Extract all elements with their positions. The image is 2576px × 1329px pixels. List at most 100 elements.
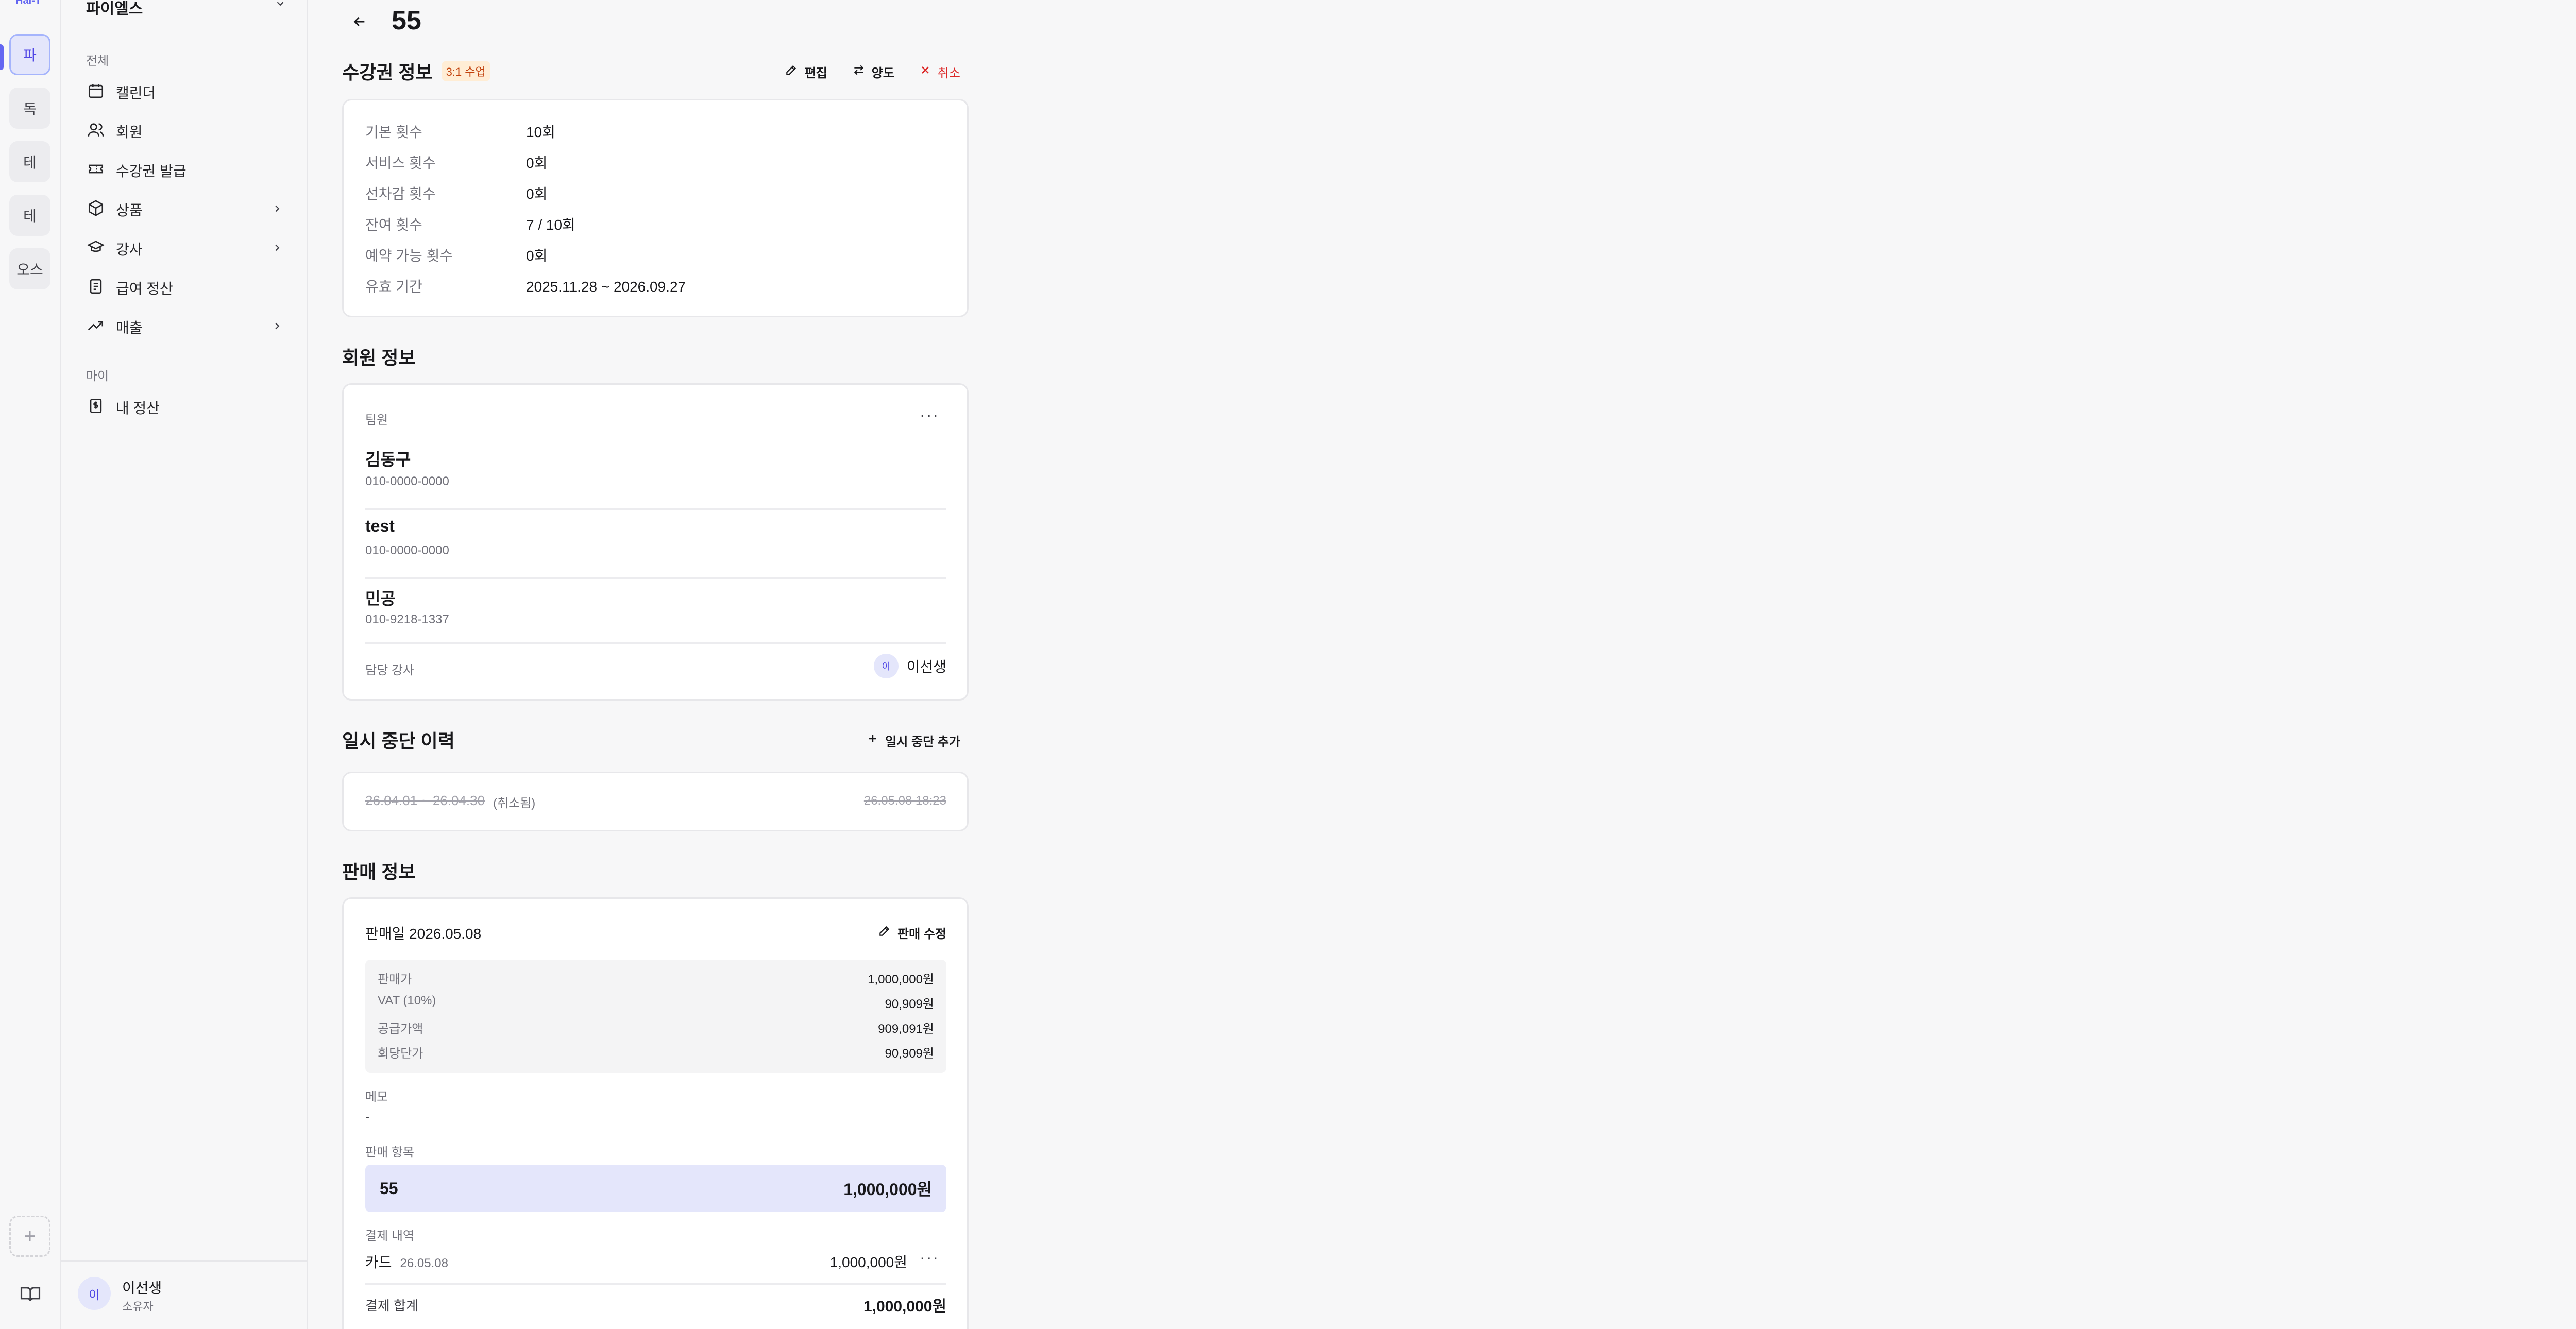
workspace-button-1[interactable]: 파 (9, 34, 50, 75)
sale-item-price: 1,000,000원 (843, 1180, 932, 1199)
close-icon (919, 64, 931, 80)
sale-items-label: 판매 항목 (365, 1146, 414, 1160)
payment-total-value: 1,000,000원 (863, 1298, 946, 1315)
payment-amount: 1,000,000원 (829, 1254, 907, 1270)
package-icon (87, 199, 105, 220)
avatar: 이 (873, 654, 899, 678)
member-info-title: 회원 정보 (342, 343, 415, 370)
member-name[interactable]: 민공 (365, 586, 396, 609)
workspace-button-4[interactable]: 테 (9, 195, 50, 236)
sidebar-item-revenue[interactable]: 매출 (82, 311, 288, 343)
sidebar-item-label: 캘린더 (116, 85, 156, 101)
pause-status: (취소됨) (493, 796, 536, 810)
row-key: 예약 가능 횟수 (365, 248, 453, 264)
sale-item-name: 55 (380, 1179, 398, 1198)
sidebar-item-label: 회원 (116, 124, 143, 140)
ticket-icon (87, 160, 105, 181)
add-pause-button[interactable]: 일시 중단 추가 (867, 731, 960, 749)
chevron-right-icon (272, 241, 283, 257)
cancel-button[interactable]: 취소 (919, 63, 960, 81)
edit-button[interactable]: 편집 (785, 63, 827, 81)
sidebar-item-label: 강사 (116, 242, 143, 258)
calendar-icon (87, 82, 105, 103)
price-value: 90,909원 (885, 997, 935, 1011)
instructor-info[interactable]: 이 이선생 (873, 654, 946, 678)
sale-item: 55 1,000,000원 (365, 1165, 946, 1212)
section-heading: 판매 정보 (342, 861, 416, 882)
row-value: 0회 (526, 248, 548, 264)
workspace-button-2[interactable]: 독 (9, 88, 50, 129)
payment-total-label: 결제 합계 (365, 1298, 418, 1314)
sidebar-item-label: 내 정산 (116, 400, 160, 416)
edit-sale-label: 판매 수정 (897, 927, 946, 941)
pass-actions: 편집 양도 취소 (785, 63, 960, 81)
add-workspace-button[interactable]: + (9, 1216, 50, 1257)
member-name[interactable]: test (365, 517, 395, 536)
section-heading: 수강권 정보 (342, 62, 433, 83)
cancel-label: 취소 (937, 66, 960, 80)
trending-up-icon (87, 317, 105, 338)
instructor-label: 담당 강사 (365, 663, 414, 677)
price-key: 공급가액 (378, 1022, 423, 1036)
price-row: VAT (10%) 90,909원 (378, 994, 934, 1012)
sidebar-section-all: 전체 (86, 54, 109, 68)
pass-info-title: 수강권 정보 3:1 수업 (342, 58, 490, 84)
back-button[interactable] (351, 13, 368, 32)
price-row: 공급가액 909,091원 (378, 1018, 934, 1036)
arrows-swap-icon (852, 63, 866, 80)
price-row: 회당단가 90,909원 (378, 1043, 934, 1061)
row-value: 0회 (526, 155, 548, 171)
workspace-switcher[interactable]: 파이엘스 (86, 0, 286, 19)
member-info-card: 팀원 ··· 김동구 010-0000-0000 test 010-0000-0… (342, 383, 969, 701)
more-options-icon[interactable]: ··· (920, 406, 939, 423)
plus-icon (867, 732, 879, 748)
member-phone: 010-9218-1337 (365, 612, 449, 626)
pause-range: 26.04.01 ~ 26.04.30 (365, 793, 485, 808)
memo-label: 메모 (365, 1090, 388, 1104)
price-value: 1,000,000원 (868, 973, 934, 986)
sidebar-item-calendar[interactable]: 캘린더 (82, 76, 288, 108)
payment-date: 26.05.08 (400, 1256, 448, 1270)
sidebar-item-instructors[interactable]: 강사 (82, 233, 288, 265)
sidebar-item-products[interactable]: 상품 (82, 194, 288, 226)
main-content: 55 수강권 정보 3:1 수업 편집 양도 취소 기본 횟수 10회 서비스 횟… (308, 0, 2576, 1329)
sidebar-item-members[interactable]: 회원 (82, 115, 288, 147)
member-name[interactable]: 김동구 (365, 447, 411, 470)
row-key: 서비스 횟수 (365, 155, 436, 171)
payment-method: 카드 (365, 1254, 392, 1270)
dollar-receipt-icon (87, 397, 105, 418)
instructor-name: 이선생 (906, 659, 946, 675)
sidebar-item-payroll[interactable]: 급여 정산 (82, 272, 288, 304)
class-type-badge: 3:1 수업 (442, 61, 490, 81)
sidebar: 파이엘스 전체 캘린더 회원 수강권 발급 상품 강사 급여 정산 매출 마이 … (61, 0, 308, 1329)
edit-sale-button[interactable]: 판매 수정 (878, 924, 946, 942)
workspace-button-5[interactable]: 오스 (9, 248, 50, 289)
transfer-button[interactable]: 양도 (852, 63, 894, 81)
price-key: 판매가 (378, 973, 412, 986)
sidebar-item-my-settlement[interactable]: 내 정산 (82, 391, 288, 423)
add-pause-label: 일시 중단 추가 (885, 735, 960, 749)
book-icon[interactable] (20, 1285, 41, 1306)
price-value: 90,909원 (885, 1047, 935, 1061)
workspace-button-3[interactable]: 테 (9, 141, 50, 182)
users-icon (87, 121, 105, 142)
row-key: 유효 기간 (365, 279, 422, 295)
divider (365, 1283, 946, 1285)
memo-value: - (365, 1110, 369, 1124)
sidebar-item-label: 매출 (116, 320, 143, 336)
user-name: 이선생 (122, 1280, 162, 1296)
section-heading: 일시 중단 이력 (342, 730, 455, 752)
price-value: 909,091원 (878, 1022, 934, 1036)
pass-row-bookable-count: 예약 가능 횟수 0회 (365, 245, 547, 265)
user-role: 소유자 (122, 1300, 154, 1313)
pass-row-prededuct-count: 선차감 횟수 0회 (365, 183, 547, 203)
more-options-icon[interactable]: ··· (920, 1249, 939, 1266)
sale-date: 판매일 2026.05.08 (365, 926, 482, 942)
pause-entry: 26.04.01 ~ 26.04.30 (취소됨) (365, 793, 535, 811)
sidebar-item-issue-pass[interactable]: 수강권 발급 (82, 155, 288, 186)
user-profile[interactable]: 이 이선생 소유자 (61, 1260, 307, 1329)
sale-actions: 판매 수정 (878, 924, 946, 942)
pass-row-validity: 유효 기간 2025.11.28 ~ 2026.09.27 (365, 276, 686, 296)
row-key: 선차감 횟수 (365, 186, 436, 202)
section-heading: 회원 정보 (342, 347, 416, 368)
